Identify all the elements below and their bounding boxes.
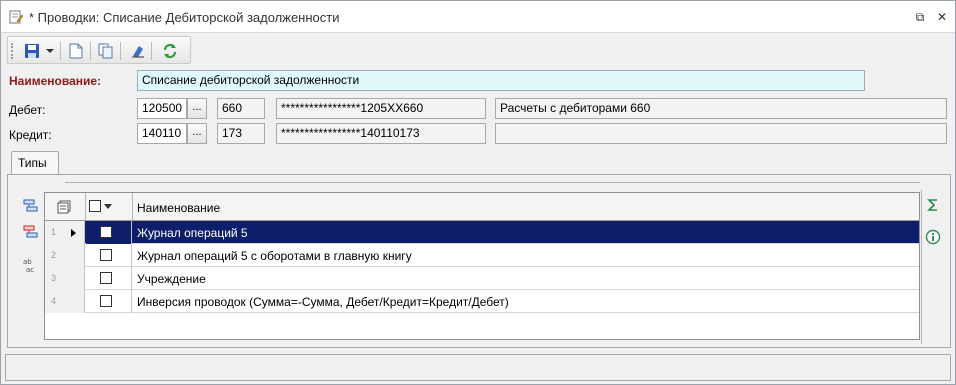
credit-code-field: 173: [217, 123, 265, 144]
credit-label: Кредит:: [9, 128, 52, 142]
row-selector-header[interactable]: [45, 193, 86, 221]
name-column-header-label: Наименование: [137, 201, 221, 215]
toolbar-separator: [151, 42, 152, 60]
refresh-icon: [163, 43, 177, 59]
copy-icon: [98, 43, 113, 59]
row-number: 4: [45, 290, 85, 313]
row-number: 1: [45, 221, 85, 244]
refresh-button[interactable]: [160, 41, 180, 61]
sigma-icon: [927, 199, 937, 211]
column-ruler: [65, 182, 920, 190]
credit-account-field[interactable]: 140110: [137, 123, 187, 144]
info-button[interactable]: [922, 226, 944, 248]
credit-description-field: [495, 123, 947, 144]
row-number: 3: [45, 267, 85, 290]
grid-header: Наименование: [45, 193, 919, 221]
toolbar-separator: [60, 42, 61, 60]
debit-code-field: 660: [217, 98, 265, 119]
name-label: Наименование:: [9, 74, 102, 88]
types-panel: ab ac Наименование 1 Журнал операций 5 2…: [7, 174, 951, 348]
toolbar: [7, 36, 191, 64]
sort-alpha-icon: ab ac: [23, 258, 34, 274]
new-document-button[interactable]: [66, 41, 86, 61]
sort-alpha-button[interactable]: ab ac: [20, 255, 42, 277]
row-checkbox[interactable]: [100, 295, 112, 307]
new-document-icon: [69, 43, 83, 59]
debit-masked-field: *****************1205XX660: [276, 98, 486, 119]
table-row[interactable]: 2 Журнал операций 5 с оборотами в главну…: [45, 244, 919, 267]
grid-side-toolbar: [921, 190, 943, 344]
restore-button[interactable]: ⧉: [913, 10, 927, 24]
types-grid: Наименование 1 Журнал операций 5 2 Журна…: [44, 192, 920, 340]
status-bar: [5, 354, 951, 381]
table-row[interactable]: 4 Инверсия проводок (Сумма=-Сумма, Дебет…: [45, 290, 919, 313]
chevron-down-icon[interactable]: [104, 204, 112, 210]
check-all-checkbox[interactable]: [89, 200, 101, 212]
row-checkbox[interactable]: [100, 249, 112, 261]
save-dropdown-button[interactable]: [44, 41, 56, 61]
name-field[interactable]: Списание дебиторской задолженности: [137, 70, 865, 91]
row-checkbox-cell: [86, 267, 132, 290]
credit-account-lookup-button[interactable]: ...: [187, 123, 207, 144]
title-bar: * Проводки: Списание Дебиторской задолже…: [1, 1, 955, 33]
tab-types[interactable]: Типы: [11, 151, 59, 175]
window-title: * Проводки: Списание Дебиторской задолже…: [29, 10, 340, 25]
copy-button[interactable]: [96, 41, 116, 61]
debit-account-field[interactable]: 120500: [137, 98, 187, 119]
delete-row-icon: [23, 225, 38, 238]
save-icon: [25, 44, 39, 58]
summary-button[interactable]: [922, 194, 944, 216]
save-button[interactable]: [22, 41, 42, 61]
row-name: Инверсия проводок (Сумма=-Сумма, Дебет/К…: [137, 295, 509, 309]
credit-masked-field: *****************140110173: [276, 123, 486, 144]
table-row[interactable]: 1 Журнал операций 5: [45, 221, 919, 244]
row-checkbox[interactable]: [100, 226, 112, 238]
clear-button[interactable]: [128, 41, 148, 61]
row-checkbox[interactable]: [100, 272, 112, 284]
debit-account-lookup-button[interactable]: ...: [187, 98, 207, 119]
current-row-indicator-icon: [71, 229, 76, 237]
toolbar-separator: [120, 42, 121, 60]
row-name: Учреждение: [137, 272, 206, 286]
toolbar-separator: [90, 42, 91, 60]
close-button[interactable]: ✕: [935, 10, 949, 24]
debit-description-field: Расчеты с дебиторами 660: [495, 98, 947, 119]
table-row[interactable]: 3 Учреждение: [45, 267, 919, 290]
row-name: Журнал операций 5 с оборотами в главную …: [137, 249, 412, 263]
row-checkbox-cell: [86, 244, 132, 267]
svg-text:ab: ab: [23, 258, 32, 266]
delete-row-button[interactable]: [20, 221, 42, 243]
document-edit-icon: [9, 10, 23, 24]
add-row-icon: [23, 199, 38, 212]
row-checkbox-cell: [86, 290, 132, 313]
check-all-header[interactable]: [86, 193, 133, 221]
add-row-button[interactable]: [20, 195, 42, 217]
column-chooser-icon: [57, 200, 71, 214]
row-number: 2: [45, 244, 85, 267]
svg-text:ac: ac: [26, 266, 34, 274]
toolbar-grip[interactable]: [11, 43, 13, 59]
document-window: * Проводки: Списание Дебиторской задолже…: [0, 0, 956, 385]
row-name: Журнал операций 5: [137, 226, 248, 240]
row-checkbox-cell: [86, 221, 132, 244]
info-icon: [925, 229, 941, 245]
name-column-header[interactable]: Наименование: [133, 193, 919, 221]
dropdown-arrow-icon: [46, 49, 54, 53]
debit-label: Дебет:: [9, 103, 46, 117]
clear-icon: [132, 46, 144, 58]
